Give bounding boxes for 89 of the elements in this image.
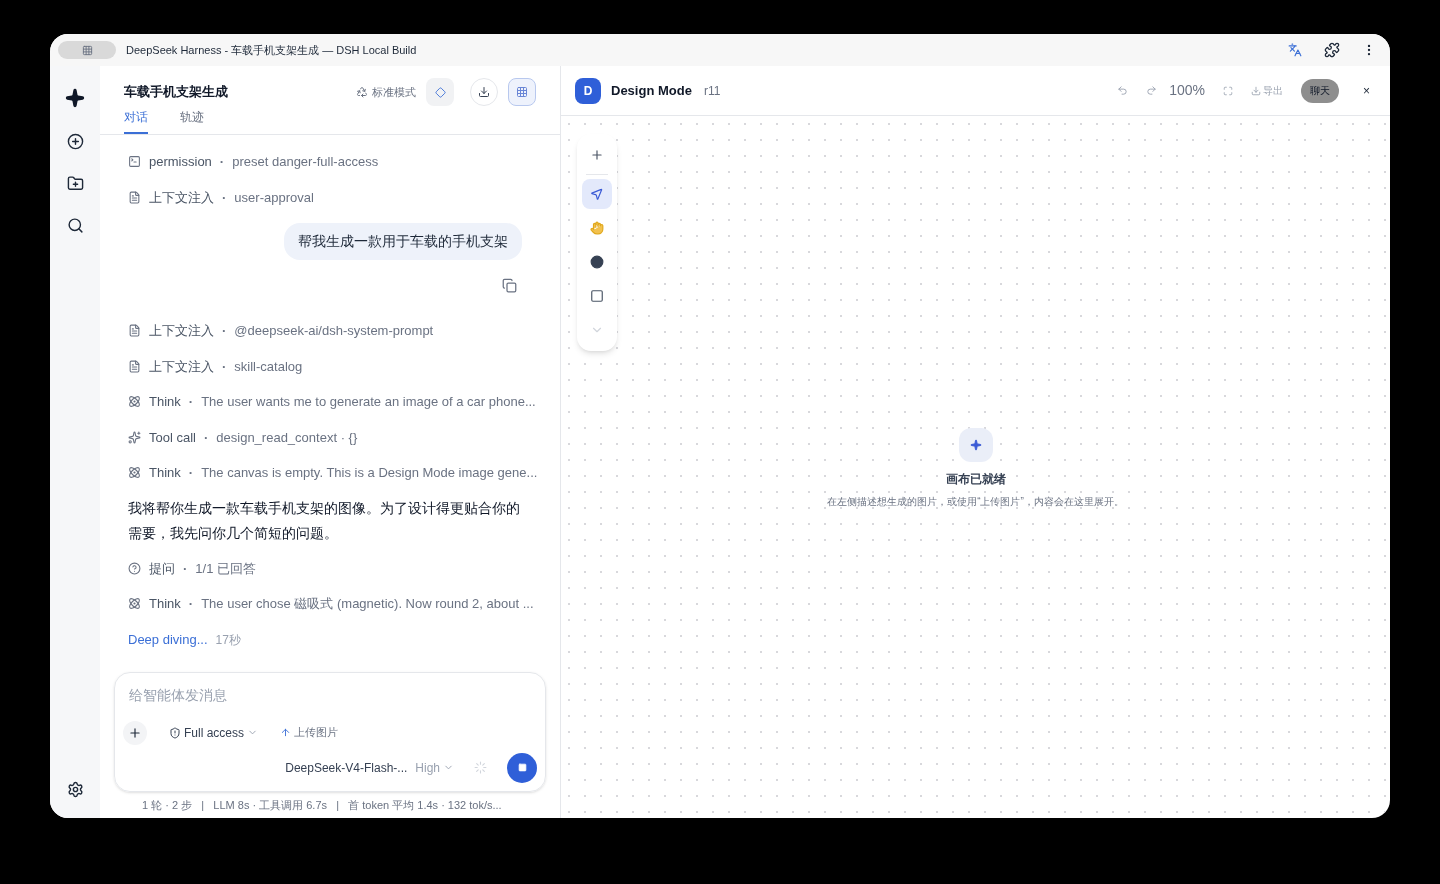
- stop-icon: [517, 763, 527, 772]
- event-detail: design_read_context · {}: [216, 428, 358, 447]
- extension-icon[interactable]: [1324, 42, 1340, 58]
- add-icon: [590, 148, 604, 162]
- document-icon: [128, 190, 141, 204]
- separator-dot: ·: [203, 428, 209, 447]
- upload-icon: [280, 727, 292, 738]
- document-icon: [128, 324, 141, 338]
- design-mode-button[interactable]: [426, 78, 454, 106]
- event-detail: user-approval: [234, 188, 314, 207]
- terminal-icon: [128, 155, 141, 169]
- access-dropdown[interactable]: Full access: [169, 723, 259, 742]
- event-label: 提问: [149, 559, 175, 578]
- circle-icon: [590, 255, 604, 269]
- upload-image-button[interactable]: 上传图片: [280, 724, 339, 741]
- canvas-tool[interactable]: [582, 179, 612, 209]
- event-label: permission: [149, 153, 212, 171]
- mode-toggle[interactable]: 标准模式: [356, 83, 416, 101]
- search-icon[interactable]: [66, 217, 84, 234]
- settings-icon[interactable]: [66, 781, 84, 798]
- elapsed-time: 17秒: [215, 631, 241, 649]
- separator-dot: ·: [183, 559, 188, 578]
- event-label: 上下文注入: [149, 322, 214, 340]
- download-icon: [1251, 85, 1261, 96]
- event-label: Think: [149, 393, 181, 411]
- stop-button[interactable]: [507, 752, 537, 783]
- separator-dot: ·: [188, 595, 194, 613]
- separator-dot: ·: [222, 188, 227, 207]
- user-message: 帮我生成一款用于车载的手机支架: [284, 223, 522, 260]
- avatar: D: [575, 77, 601, 104]
- folder-plus-icon[interactable]: [66, 175, 84, 192]
- event-detail: The user wants me to generate an image of a car phone...: [201, 393, 536, 411]
- chat-tab[interactable]: 对话: [124, 108, 148, 134]
- event-label: Tool call: [149, 428, 196, 447]
- pointer-icon: [590, 187, 604, 201]
- message-input[interactable]: 给智能体发消息: [123, 684, 537, 706]
- chat-tab[interactable]: 轨迹: [180, 108, 204, 134]
- close-button[interactable]: ×: [1357, 81, 1376, 100]
- chat-button[interactable]: 聊天: [1301, 78, 1339, 103]
- separator-dot: ·: [222, 322, 227, 340]
- run-stats: 1 轮 · 2 步 | LLM 8s · 工具调用 6.7s | 首 token 平均 1.4s · 132 tok/s...: [141, 797, 503, 813]
- status-text: Deep diving...: [128, 630, 208, 649]
- window-title: DeepSeek Harness - 车载手机支架生成 — DSH Local Build: [126, 42, 417, 58]
- empty-hint: 在左侧描述想生成的图片，或使用“上传图片”，内容会在这里展开。: [827, 495, 1124, 509]
- separator-dot: ·: [188, 464, 194, 482]
- shield-icon: [169, 726, 181, 739]
- event-label: 上下文注入: [149, 188, 214, 207]
- window-icon: [80, 44, 94, 56]
- event-label: Think: [149, 464, 181, 482]
- recycle-icon: [356, 86, 368, 98]
- separator-dot: ·: [222, 357, 227, 376]
- attach-button[interactable]: [123, 720, 147, 745]
- event-detail: 1/1 已回答: [195, 559, 257, 578]
- revision-label: r11: [703, 82, 721, 100]
- download-icon: [478, 86, 490, 98]
- chat-title: 车载手机支架生成: [124, 83, 228, 102]
- atom-icon: [128, 597, 141, 611]
- separator-dot: ·: [219, 153, 225, 171]
- event-detail: The user chose 磁吸式 (magnetic). Now round 2, about ...: [201, 595, 534, 613]
- loading-icon: [474, 761, 487, 774]
- grid-icon: [516, 86, 528, 98]
- zoom-level: 100%: [1169, 81, 1205, 100]
- square-icon: [590, 289, 604, 303]
- assistant-message: 我将帮你生成一款车载手机支架的图像。为了设计得更贴合你的需要，我先问你几个简短的问题。: [128, 498, 521, 543]
- event-detail: skill-catalog: [234, 357, 303, 376]
- atom-icon: [128, 395, 141, 409]
- effort-dropdown[interactable]: High: [415, 758, 454, 777]
- plus-icon: [128, 725, 142, 740]
- translate-icon[interactable]: [1288, 43, 1302, 57]
- copy-icon[interactable]: [502, 278, 517, 293]
- event-label: Think: [149, 595, 181, 613]
- help-icon: [128, 561, 141, 575]
- separator-dot: ·: [188, 393, 194, 411]
- event-detail: preset danger-full-access: [232, 153, 379, 171]
- event-label: 上下文注入: [149, 357, 214, 376]
- canvas-toggle-button[interactable]: [508, 78, 536, 106]
- sparkle-icon: [969, 439, 982, 451]
- atom-icon: [128, 466, 141, 480]
- document-icon: [128, 359, 141, 373]
- model-selector[interactable]: DeepSeek-V4-Flash-...: [285, 758, 408, 777]
- new-chat-icon[interactable]: [66, 133, 84, 150]
- hand-icon: [590, 221, 604, 235]
- empty-title: 画布已就绪: [945, 471, 1006, 488]
- sparkle-icon: [128, 430, 141, 444]
- event-detail: The canvas is empty. This is a Design Mode image gene...: [201, 464, 538, 482]
- event-detail: @deepseek-ai/dsh-system-prompt: [234, 322, 434, 340]
- canvas-title: Design Mode: [611, 81, 692, 100]
- diamond-icon: [434, 86, 446, 98]
- tab-strip-button[interactable]: [58, 41, 116, 59]
